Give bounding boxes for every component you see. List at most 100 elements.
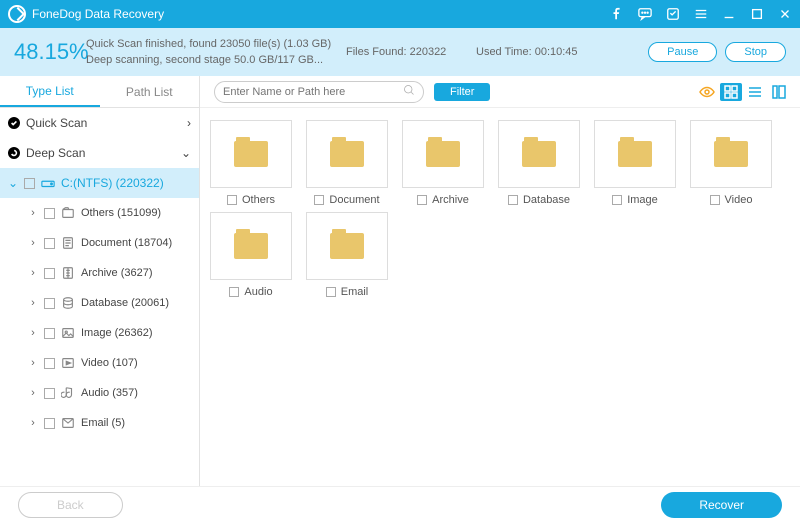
tree-item-label: Image (26362)	[81, 327, 153, 339]
scan-percent: 48.15%	[14, 39, 86, 65]
folder-thumbnail	[210, 120, 292, 188]
category-icon	[61, 236, 75, 250]
tree-item[interactable]: ›Audio (357)	[0, 378, 199, 408]
checkbox[interactable]	[44, 208, 55, 219]
folder-thumbnail	[594, 120, 676, 188]
search-input[interactable]	[223, 86, 403, 98]
stop-button[interactable]: Stop	[725, 42, 786, 62]
category-icon	[61, 206, 75, 220]
folder-item[interactable]: Document	[302, 120, 392, 206]
checkbox[interactable]	[44, 268, 55, 279]
tree-drive[interactable]: ⌄ C:(NTFS) (220322)	[0, 168, 199, 198]
tree-item-label: Archive (3627)	[81, 267, 153, 279]
maximize-icon[interactable]	[750, 7, 764, 21]
tree-item-label: Document (18704)	[81, 237, 172, 249]
files-found-label: Files Found:	[346, 46, 407, 58]
category-icon	[61, 326, 75, 340]
scan-status-bar: 48.15% Quick Scan finished, found 23050 …	[0, 28, 800, 76]
checkbox[interactable]	[44, 388, 55, 399]
checkbox[interactable]	[508, 195, 518, 205]
tree-quick-scan-label: Quick Scan	[26, 116, 87, 130]
folder-label: Email	[341, 286, 369, 298]
category-icon	[61, 296, 75, 310]
menu-icon[interactable]	[694, 7, 708, 21]
chevron-right-icon: ›	[28, 417, 38, 429]
tree-item[interactable]: › Image (26362)	[0, 318, 199, 348]
feedback-icon[interactable]	[638, 7, 652, 21]
checkbox[interactable]	[44, 328, 55, 339]
folder-item[interactable]: Image	[590, 120, 680, 206]
checkbox[interactable]	[44, 298, 55, 309]
recover-button[interactable]: Recover	[661, 492, 782, 518]
folder-item[interactable]: Archive	[398, 120, 488, 206]
sidebar-tabs: Type List Path List	[0, 76, 199, 108]
register-icon[interactable]	[666, 7, 680, 21]
category-icon	[61, 266, 75, 280]
chevron-right-icon: ›	[187, 116, 191, 130]
list-view-icon[interactable]	[744, 83, 766, 101]
checkbox[interactable]	[314, 195, 324, 205]
checkbox[interactable]	[44, 358, 55, 369]
minimize-icon[interactable]	[722, 7, 736, 21]
checkbox[interactable]	[326, 287, 336, 297]
tree-quick-scan[interactable]: Quick Scan ›	[0, 108, 199, 138]
scan-line2: Deep scanning, second stage 50.0 GB/117 …	[86, 52, 346, 69]
chevron-down-icon: ⌄	[181, 146, 191, 160]
facebook-icon[interactable]	[610, 7, 624, 21]
preview-toggle-icon[interactable]	[696, 83, 718, 101]
folder-thumbnail	[690, 120, 772, 188]
app-logo	[8, 5, 26, 23]
folder-item[interactable]: Audio	[206, 212, 296, 298]
folder-item[interactable]: Database	[494, 120, 584, 206]
folder-item[interactable]: Email	[302, 212, 392, 298]
chevron-down-icon: ⌄	[8, 176, 18, 190]
tree-deep-scan[interactable]: Deep Scan ⌄	[0, 138, 199, 168]
checkbox[interactable]	[44, 238, 55, 249]
tab-path-list[interactable]: Path List	[100, 76, 200, 107]
tree-item-label: Audio (357)	[81, 387, 138, 399]
close-icon[interactable]	[778, 7, 792, 21]
checkbox[interactable]	[229, 287, 239, 297]
chevron-right-icon: ›	[28, 207, 38, 219]
detail-view-icon[interactable]	[768, 83, 790, 101]
title-bar: FoneDog Data Recovery	[0, 0, 800, 28]
search-box[interactable]	[214, 81, 424, 103]
folder-icon	[522, 141, 556, 167]
folder-icon	[618, 141, 652, 167]
folder-label: Audio	[244, 286, 272, 298]
folder-label: Archive	[432, 194, 469, 206]
folder-icon	[714, 141, 748, 167]
checkbox[interactable]	[417, 195, 427, 205]
back-button[interactable]: Back	[18, 492, 123, 518]
folder-label: Video	[725, 194, 753, 206]
checkbox[interactable]	[24, 178, 35, 189]
folder-item[interactable]: Video	[686, 120, 776, 206]
grid-view-icon[interactable]	[720, 83, 742, 101]
tree: Quick Scan › Deep Scan ⌄ ⌄ C:(NTFS) (220…	[0, 108, 199, 486]
pause-button[interactable]: Pause	[648, 42, 717, 62]
folder-icon	[330, 233, 364, 259]
folder-label: Others	[242, 194, 275, 206]
checkbox[interactable]	[710, 195, 720, 205]
footer: Back Recover	[0, 486, 800, 523]
folder-label: Image	[627, 194, 658, 206]
tree-item[interactable]: ›Email (5)	[0, 408, 199, 438]
folder-label: Database	[523, 194, 570, 206]
filter-button[interactable]: Filter	[434, 83, 490, 101]
drive-icon	[41, 176, 55, 190]
checkbox[interactable]	[227, 195, 237, 205]
tab-type-list[interactable]: Type List	[0, 76, 100, 107]
tree-item[interactable]: ›Document (18704)	[0, 228, 199, 258]
chevron-right-icon: ›	[28, 327, 38, 339]
folder-item[interactable]: Others	[206, 120, 296, 206]
tree-item[interactable]: ›Others (151099)	[0, 198, 199, 228]
tree-item[interactable]: ›Video (107)	[0, 348, 199, 378]
tree-item[interactable]: ›Database (20061)	[0, 288, 199, 318]
checkbox[interactable]	[612, 195, 622, 205]
tree-drive-label: C:(NTFS) (220322)	[61, 176, 164, 190]
checkbox[interactable]	[44, 418, 55, 429]
window-controls	[610, 7, 792, 21]
category-icon	[61, 416, 75, 430]
folder-thumbnail	[498, 120, 580, 188]
tree-item[interactable]: ›Archive (3627)	[0, 258, 199, 288]
